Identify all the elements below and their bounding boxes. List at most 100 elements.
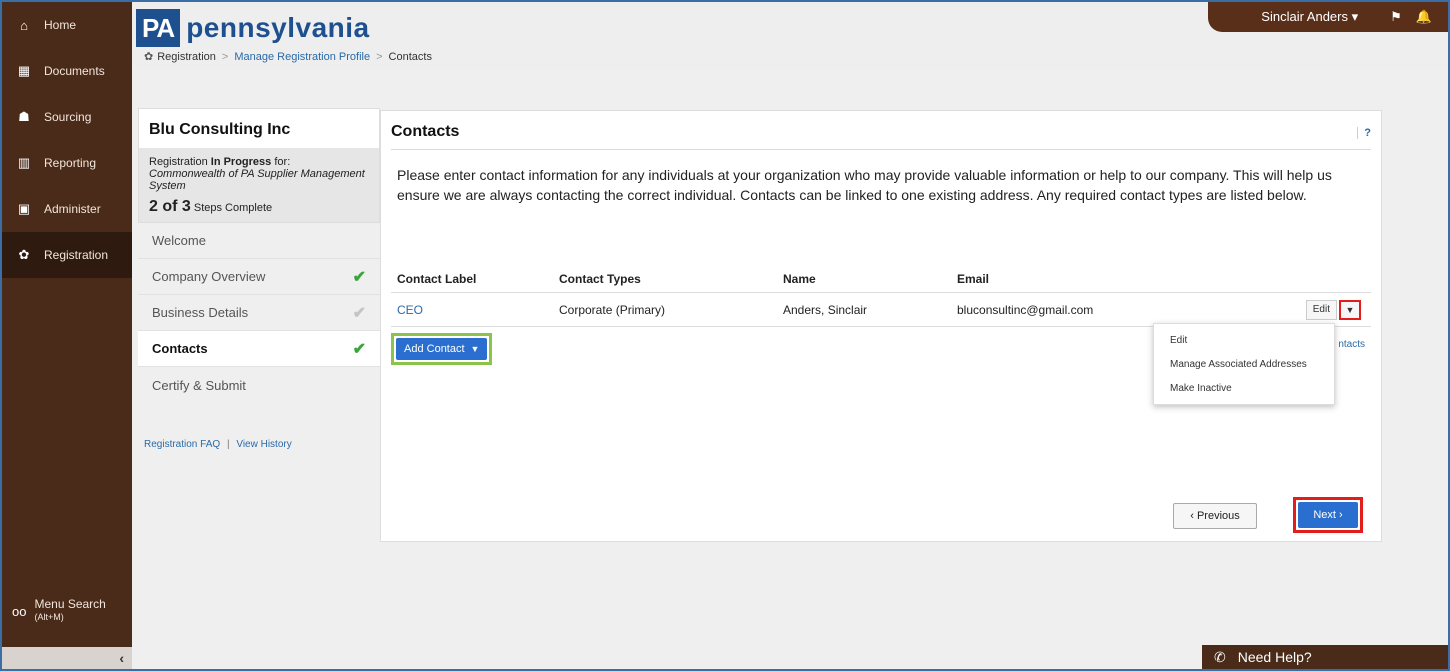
status-bold: In Progress <box>210 156 272 168</box>
edit-button[interactable]: Edit <box>1305 299 1337 320</box>
row-actions-menu: Edit Manage Associated Addresses Make In… <box>1153 323 1335 405</box>
chevron-left-icon: ‹ <box>119 650 124 666</box>
add-contact-button[interactable]: Add Contact ▼ <box>396 338 488 360</box>
nav-item-reporting[interactable]: ▥ Reporting <box>2 140 132 186</box>
table-row: CEO Corporate (Primary) Anders, Sinclair… <box>391 293 1371 327</box>
nav-item-label: Documents <box>44 64 105 78</box>
left-nav: ⌂ Home ▦ Documents ☗ Sourcing ▥ Reportin… <box>2 2 132 669</box>
page-title: Contacts <box>391 123 460 140</box>
contacts-panel: Contacts ? Please enter contact informat… <box>380 110 1382 542</box>
actions-dropdown-button[interactable]: ▼ <box>1339 299 1361 320</box>
status-suffix: for: <box>271 156 291 168</box>
step-label: Welcome <box>152 233 206 248</box>
breadcrumb-manage-profile[interactable]: Manage Registration Profile <box>234 51 370 63</box>
check-icon: ✔ <box>352 268 366 286</box>
home-icon: ⌂ <box>20 17 28 33</box>
status-prefix: Registration <box>149 156 211 168</box>
breadcrumb-root[interactable]: Registration <box>157 51 216 63</box>
user-bar: Sinclair Anders ▾ ⚑ 🔔 <box>1208 2 1448 32</box>
previous-button[interactable]: ‹ Previous <box>1173 503 1257 529</box>
column-header: Name <box>783 271 816 286</box>
column-header: Contact Types <box>559 271 641 286</box>
breadcrumb-current: Contacts <box>388 50 432 63</box>
view-history-link[interactable]: View History <box>236 439 291 450</box>
contact-label-link[interactable]: CEO <box>391 303 559 317</box>
sourcing-icon: ☗ <box>18 109 30 124</box>
step-business-details[interactable]: Business Details ✔ <box>138 295 380 331</box>
user-name: Sinclair Anders <box>1261 9 1348 24</box>
next-button[interactable]: Next › <box>1298 502 1358 528</box>
registration-steps-panel: Blu Consulting Inc Registration In Progr… <box>138 108 380 528</box>
flag-icon[interactable]: ⚑ <box>1390 9 1402 25</box>
nav-item-administer[interactable]: ▣ Administer <box>2 186 132 232</box>
administer-icon: ▣ <box>17 201 31 216</box>
nav-item-label: Home <box>44 18 77 32</box>
steps-text: Steps Complete <box>190 202 273 214</box>
menu-search-text: Menu Search <box>34 597 106 611</box>
steps-count: 2 of 3 <box>149 198 191 215</box>
nav-item-home[interactable]: ⌂ Home <box>2 2 132 48</box>
nav-item-registration[interactable]: ✿ Registration <box>2 232 132 278</box>
panel-links: Registration FAQ | View History <box>138 439 380 450</box>
divider <box>391 149 1371 150</box>
breadcrumb-separator: > <box>221 50 229 63</box>
link-separator: | <box>226 439 230 450</box>
contacts-table: Contact Label Contact Types Name Email C… <box>391 265 1371 327</box>
breadcrumb: ✿ Registration > Manage Registration Pro… <box>144 50 432 64</box>
header: PA pennsylvania Sinclair Anders ▾ ⚑ 🔔 ✿ … <box>132 2 1448 70</box>
step-welcome[interactable]: Welcome <box>138 223 380 259</box>
reporting-icon: ▥ <box>17 155 31 170</box>
collapse-nav-button[interactable]: ‹ <box>2 647 132 669</box>
contact-types: Corporate (Primary) <box>559 302 666 317</box>
help-icon[interactable]: ? <box>1357 127 1371 139</box>
contact-name: Anders, Sinclair <box>783 302 868 317</box>
menu-search-shortcut: (Alt+M) <box>34 612 64 622</box>
check-icon: ✔ <box>352 304 366 322</box>
logo[interactable]: PA pennsylvania <box>136 6 370 50</box>
step-label: Certify & Submit <box>152 377 246 393</box>
menu-item-make-inactive[interactable]: Make Inactive <box>1154 376 1334 400</box>
nav-item-label: Administer <box>44 202 101 216</box>
gear-icon: ✿ <box>18 247 30 262</box>
logo-pa: PA <box>136 9 181 47</box>
nav-item-sourcing[interactable]: ☗ Sourcing <box>2 94 132 140</box>
phone-icon: ✆ <box>1214 648 1226 665</box>
column-header: Contact Label <box>397 271 477 286</box>
caret-down-icon: ▼ <box>470 344 480 354</box>
need-help-label: Need Help? <box>1237 649 1312 665</box>
nav-item-documents[interactable]: ▦ Documents <box>2 48 132 94</box>
documents-icon: ▦ <box>17 63 31 78</box>
company-name: Blu Consulting Inc <box>138 108 380 148</box>
nav-item-label: Sourcing <box>44 110 92 124</box>
step-label: Company Overview <box>152 269 266 284</box>
next-highlight: Next › <box>1293 497 1363 533</box>
registration-status: Registration In Progress for: Commonweal… <box>138 148 380 223</box>
contacts-link[interactable]: ntacts <box>1338 339 1365 350</box>
add-contact-label: Add Contact <box>404 343 465 355</box>
contact-email: bluconsultinc@gmail.com <box>957 302 1094 317</box>
logo-name: pennsylvania <box>186 12 370 43</box>
column-header: Email <box>957 271 990 286</box>
table-header: Contact Label Contact Types Name Email <box>391 265 1371 293</box>
step-company-overview[interactable]: Company Overview ✔ <box>138 259 380 295</box>
need-help-button[interactable]: ✆ Need Help? <box>1202 645 1448 669</box>
registration-faq-link[interactable]: Registration FAQ <box>144 439 220 450</box>
bell-icon[interactable]: 🔔 <box>1416 9 1432 25</box>
caret-down-icon: ▼ <box>1345 304 1355 315</box>
row-actions: Edit ▼ <box>1247 299 1371 320</box>
step-label: Business Details <box>152 305 249 320</box>
menu-item-manage-addresses[interactable]: Manage Associated Addresses <box>1154 352 1334 376</box>
intro-text: Please enter contact information for any… <box>397 167 1332 203</box>
add-contact-highlight: Add Contact ▼ <box>391 333 493 365</box>
nav-item-label: Reporting <box>44 156 97 170</box>
menu-search[interactable]: oo Menu Search (Alt+M) <box>2 589 132 633</box>
menu-item-edit[interactable]: Edit <box>1154 328 1334 352</box>
step-contacts[interactable]: Contacts ✔ <box>138 331 380 367</box>
user-menu[interactable]: Sinclair Anders ▾ <box>1261 9 1358 25</box>
gear-icon: ✿ <box>144 51 154 63</box>
step-certify-submit[interactable]: Certify & Submit <box>138 367 380 403</box>
steps-complete: 2 of 3 Steps Complete <box>149 198 369 216</box>
binoculars-icon: oo <box>12 603 27 619</box>
step-label: Contacts <box>152 341 208 356</box>
breadcrumb-separator: > <box>376 50 383 63</box>
